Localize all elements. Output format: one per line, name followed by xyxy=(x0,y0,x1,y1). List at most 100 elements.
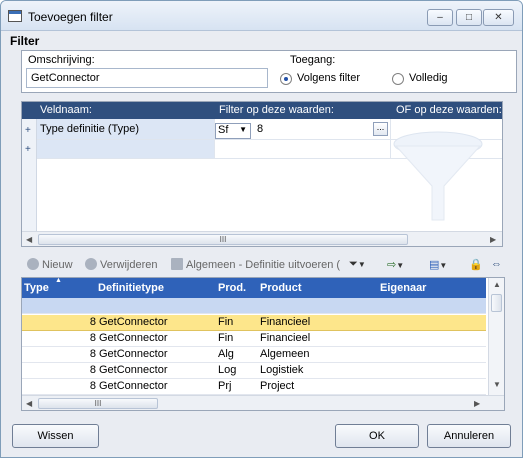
sort-ascending-icon: ▲ xyxy=(55,277,62,284)
cell-prod: Fin xyxy=(218,332,234,344)
export-icon: ⇨ xyxy=(387,259,397,271)
cell-definitietype: GetConnector xyxy=(99,348,168,360)
column-header-type[interactable]: Type xyxy=(24,282,49,294)
scroll-right-icon[interactable]: ▶ xyxy=(474,399,480,408)
chevron-down-icon: ▼ xyxy=(239,125,247,134)
omschrijving-input[interactable]: GetConnector xyxy=(26,68,268,88)
criteria-horizontal-scrollbar[interactable]: ◀ III ▶ xyxy=(22,231,502,246)
columns-icon: ⇔ xyxy=(491,258,502,270)
table-row[interactable]: 8 GetConnector Log Logistiek xyxy=(22,363,486,379)
table-row[interactable]: 8 GetConnector Fin Financieel xyxy=(22,315,486,331)
cell-product: Logistiek xyxy=(260,364,304,376)
scroll-down-icon[interactable]: ▼ xyxy=(493,380,501,389)
window-icon xyxy=(8,10,22,22)
document-icon xyxy=(171,258,183,270)
scroll-thumb[interactable]: III xyxy=(38,398,158,409)
delete-label: Verwijderen xyxy=(100,259,158,271)
cell-prod: Fin xyxy=(218,316,234,328)
volledig-label[interactable]: Volledig xyxy=(409,72,448,84)
minimize-button[interactable]: – xyxy=(427,9,453,26)
cell-product: Financieel xyxy=(260,332,311,344)
lock-button[interactable]: 🔒 xyxy=(469,258,483,271)
clear-button[interactable]: Wissen xyxy=(12,424,99,448)
cell-definitietype: GetConnector xyxy=(99,364,168,376)
volledig-radio[interactable] xyxy=(392,73,404,85)
operator-dropdown[interactable]: Sf ▼ xyxy=(215,123,251,139)
column-header-product[interactable]: Product xyxy=(260,282,302,294)
chevron-down-icon: ▼ xyxy=(439,261,448,270)
criteria-grid: Veldnaam: Filter op deze waarden: OF op … xyxy=(21,101,503,247)
maximize-button[interactable]: □ xyxy=(456,9,482,26)
cell-product: Financieel xyxy=(260,316,311,328)
add-row-icon[interactable]: + xyxy=(25,125,31,136)
criteria-field-name[interactable]: Type definitie (Type) xyxy=(40,123,139,135)
add-row-icon[interactable]: + xyxy=(25,144,31,155)
title-bar[interactable]: Toevoegen filter – □ ✕ xyxy=(1,1,522,31)
window-title: Toevoegen filter xyxy=(28,10,113,24)
scroll-left-icon[interactable]: ◀ xyxy=(26,399,32,408)
filter-row[interactable] xyxy=(22,298,486,314)
scroll-up-icon[interactable]: ▲ xyxy=(493,280,501,289)
operator-value: Sf xyxy=(218,124,229,136)
view-dropdown-button[interactable]: ▤▼ xyxy=(429,258,447,271)
scroll-left-icon[interactable]: ◀ xyxy=(26,235,32,244)
general-label: Algemeen - Definitie uitvoeren ( xyxy=(186,259,341,271)
new-button[interactable]: Nieuw xyxy=(27,258,73,271)
delete-icon xyxy=(85,258,97,270)
volgens-filter-radio[interactable] xyxy=(280,73,292,85)
criteria-value[interactable]: 8 xyxy=(257,123,263,135)
cell-prod: Log xyxy=(218,364,237,376)
column-header-definitietype[interactable]: Definitietype xyxy=(98,282,164,294)
cell-type: 8 xyxy=(89,316,96,328)
results-toolbar: Nieuw Verwijderen Algemeen - Definitie u… xyxy=(21,256,517,276)
results-horizontal-scrollbar[interactable]: ◀ III ▶ xyxy=(22,395,504,410)
column-header-filter[interactable]: Filter op deze waarden: xyxy=(219,104,334,116)
cell-type: 8 xyxy=(89,380,96,392)
cell-definitietype: GetConnector xyxy=(99,316,168,328)
columns-button[interactable]: ⇔ xyxy=(491,258,502,270)
general-button[interactable]: Algemeen - Definitie uitvoeren ( xyxy=(171,258,340,271)
toegang-label: Toegang: xyxy=(290,54,336,66)
delete-button[interactable]: Verwijderen xyxy=(85,258,157,271)
cancel-button[interactable]: Annuleren xyxy=(427,424,511,448)
cell-type: 8 xyxy=(89,332,96,344)
row-indicator-column: + + xyxy=(22,119,37,231)
chevron-down-icon: ▼ xyxy=(396,261,405,270)
cell-type: 8 xyxy=(89,348,96,360)
column-header-veldnaam[interactable]: Veldnaam: xyxy=(40,104,92,116)
ok-button[interactable]: OK xyxy=(335,424,419,448)
cell-definitietype: GetConnector xyxy=(99,332,168,344)
column-header-eigenaar[interactable]: Eigenaar xyxy=(380,282,426,294)
filter-icon: ⏷ xyxy=(349,258,358,270)
filter-panel: Omschrijving: GetConnector Toegang: Volg… xyxy=(21,50,517,93)
scroll-thumb[interactable]: III xyxy=(38,234,408,245)
filter-dropdown-button[interactable]: ⏷▼ xyxy=(349,258,366,271)
scroll-right-icon[interactable]: ▶ xyxy=(490,235,496,244)
table-row[interactable]: 8 GetConnector Fin Financieel xyxy=(22,331,486,347)
volgens-filter-label[interactable]: Volgens filter xyxy=(297,72,360,84)
cell-prod: Alg xyxy=(218,348,234,360)
omschrijving-label: Omschrijving: xyxy=(28,54,95,66)
scroll-thumb[interactable] xyxy=(491,294,502,312)
close-button[interactable]: ✕ xyxy=(483,9,514,26)
results-vertical-scrollbar[interactable]: ▲ ▼ xyxy=(488,278,504,395)
new-label: Nieuw xyxy=(42,259,73,271)
column-header-of[interactable]: OF op deze waarden: xyxy=(396,104,502,116)
chevron-down-icon: ▼ xyxy=(357,260,366,269)
cell-product: Algemeen xyxy=(260,348,310,360)
cell-definitietype: GetConnector xyxy=(99,380,168,392)
export-dropdown-button[interactable]: ⇨▼ xyxy=(387,258,404,271)
cell-type: 8 xyxy=(89,364,96,376)
results-grid-header: Type ▲ Definitietype Prod. Product Eigen… xyxy=(22,278,486,298)
column-header-prod[interactable]: Prod. xyxy=(218,282,246,294)
cell-product: Project xyxy=(260,380,295,392)
table-row[interactable]: 8 GetConnector Alg Algemeen xyxy=(22,347,486,363)
view-icon: ▤ xyxy=(429,259,440,271)
cell-prod: Prj xyxy=(218,380,232,392)
results-grid: Type ▲ Definitietype Prod. Product Eigen… xyxy=(21,277,505,411)
table-row[interactable]: 8 GetConnector Prj Project xyxy=(22,379,486,395)
ellipsis-button[interactable]: ... xyxy=(373,122,388,136)
filter-section-label: Filter xyxy=(10,34,40,48)
criteria-grid-header: Veldnaam: Filter op deze waarden: OF op … xyxy=(22,102,502,119)
dialog-window: Toevoegen filter – □ ✕ Filter Omschrijvi… xyxy=(0,0,523,458)
